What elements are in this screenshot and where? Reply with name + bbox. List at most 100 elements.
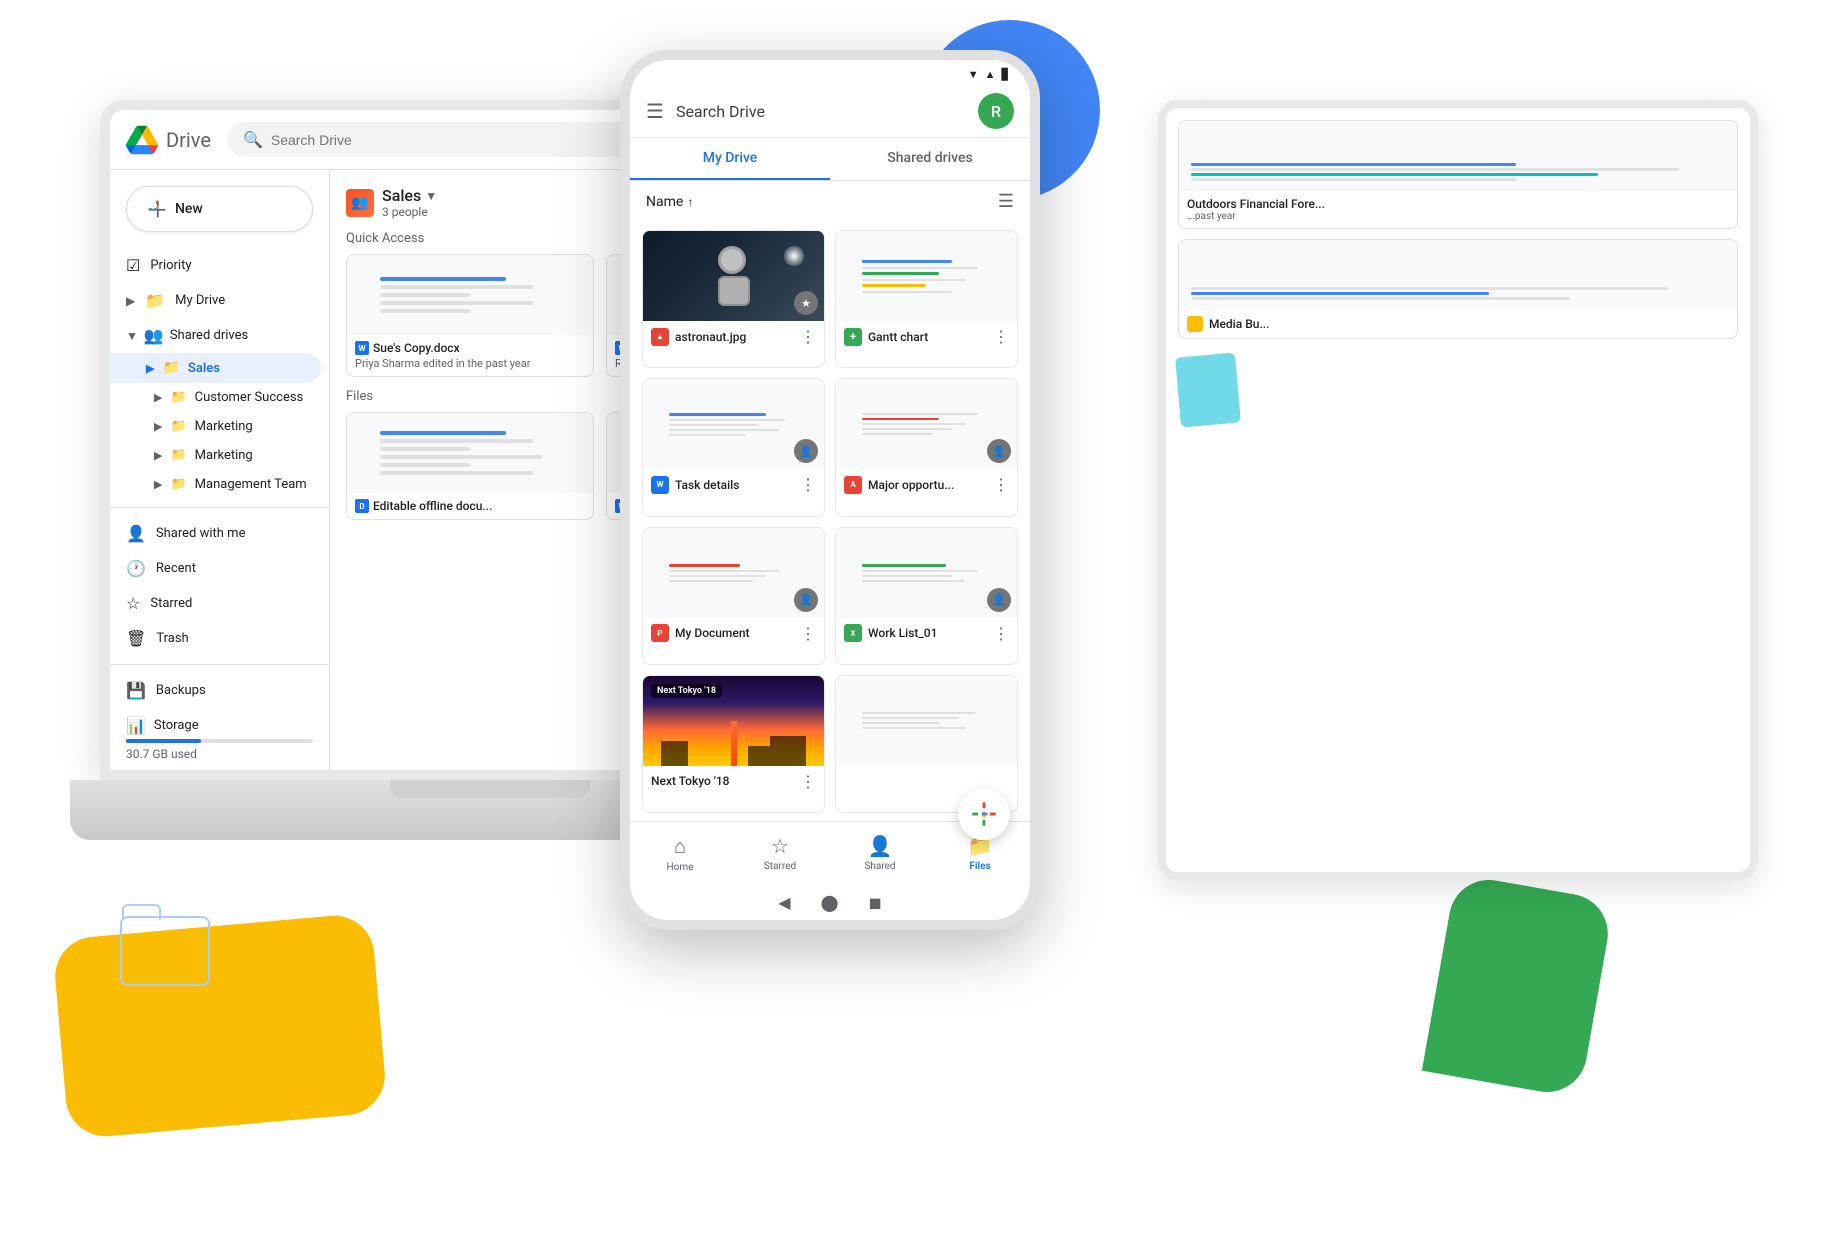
sidebar-item-trash[interactable]: 🗑 Trash bbox=[110, 621, 321, 656]
list-view-icon[interactable]: ☰ bbox=[998, 191, 1014, 212]
recents-button[interactable]: ◼ bbox=[868, 893, 881, 912]
tokyo-file-name: Next Tokyo '18 bbox=[651, 774, 729, 788]
drive-logo-icon bbox=[126, 124, 158, 156]
sidebar-item-priority[interactable]: ☑ Priority bbox=[110, 248, 321, 283]
storage-used-text: 30.7 GB used bbox=[126, 747, 313, 761]
laptop-notch bbox=[390, 780, 590, 798]
task-file-name: Task details bbox=[675, 478, 739, 492]
task-more-icon[interactable]: ⋮ bbox=[800, 475, 816, 494]
sidebar-item-starred[interactable]: ☆ Starred bbox=[110, 586, 321, 621]
tokyo-more-icon[interactable]: ⋮ bbox=[800, 772, 816, 791]
starred-nav-icon: ☆ bbox=[771, 834, 789, 858]
sales-folder-icon: 📁 bbox=[162, 360, 179, 376]
sidebar-ps-label: Marketing bbox=[195, 448, 253, 463]
ps-folder-icon: 📁 bbox=[170, 448, 186, 463]
sidebar-item-mydrive[interactable]: ▶ 📁 My Drive bbox=[110, 283, 321, 318]
mobile-file-card-major[interactable]: 👤 A Major opportu... ⋮ bbox=[835, 378, 1018, 516]
dropdown-icon[interactable]: ▼ bbox=[425, 189, 437, 203]
sort-direction-icon: ↑ bbox=[687, 195, 693, 209]
file-thumb-editable bbox=[347, 413, 593, 493]
file-card-sues-copy[interactable]: W Sue's Copy.docx Priya Sharma edited in… bbox=[346, 254, 594, 377]
storage-section: 📊 Storage 30.7 GB used bbox=[110, 708, 329, 769]
shared-nav-icon: 👤 bbox=[868, 834, 893, 858]
gantt-more-icon[interactable]: ⋮ bbox=[993, 327, 1009, 346]
tab-shared-drives[interactable]: Shared drives bbox=[830, 138, 1030, 180]
gantt-file-name: Gantt chart bbox=[868, 330, 928, 344]
mobile-fab-button[interactable] bbox=[958, 788, 1010, 840]
sidebar-priority-label: Priority bbox=[150, 258, 191, 273]
mobile-search-text[interactable]: Search Drive bbox=[676, 102, 966, 121]
sidebar-cs-label: Customer Success bbox=[195, 390, 304, 405]
sort-label[interactable]: Name ↑ bbox=[646, 194, 693, 210]
home-button[interactable]: ⬤ bbox=[821, 893, 839, 912]
sidebar-item-sales[interactable]: ▶ 📁 Sales bbox=[110, 353, 321, 383]
back-button[interactable]: ◀ bbox=[778, 893, 790, 912]
shared-nav-label: Shared bbox=[864, 861, 895, 872]
sidebar-item-management-team[interactable]: ▶ 📁 Management Team bbox=[110, 470, 329, 499]
major-thumb: 👤 bbox=[836, 379, 1017, 469]
trash-icon: 🗑 bbox=[126, 629, 146, 648]
drive-logo: Drive bbox=[126, 124, 211, 156]
file-name-editable: Editable offline docu... bbox=[373, 499, 492, 513]
mobile-tabs: My Drive Shared drives bbox=[630, 138, 1030, 181]
mobile-file-card-task[interactable]: 👤 W Task details ⋮ bbox=[642, 378, 825, 516]
people-icon: 👤 bbox=[126, 524, 146, 543]
tokyo-label-text: Next Tokyo '18 bbox=[651, 684, 722, 698]
sidebar-sales-label: Sales bbox=[188, 361, 220, 376]
major-file-name: Major opportu... bbox=[868, 478, 954, 492]
mobile-files-grid: ★ ▲ astronaut.jpg ⋮ bbox=[630, 222, 1030, 821]
tab-my-drive[interactable]: My Drive bbox=[630, 138, 830, 180]
sidebar-trash-label: Trash bbox=[156, 631, 188, 646]
mobile-file-card-gantt[interactable]: + Gantt chart ⋮ bbox=[835, 230, 1018, 368]
sidebar-item-backups[interactable]: 💾 Backups bbox=[110, 673, 321, 708]
sidebar-item-shared-with-me[interactable]: 👤 Shared with me bbox=[110, 516, 321, 551]
sidebar-shared-drives[interactable]: ▼ 👥 Shared drives bbox=[110, 318, 329, 353]
mobile-nav-shared[interactable]: 👤 Shared bbox=[830, 830, 930, 877]
file-thumb-sues-copy bbox=[347, 255, 593, 335]
pdf-icon-major: A bbox=[844, 476, 862, 494]
signal-icon: ▼ bbox=[968, 68, 979, 81]
astronaut-more-icon[interactable]: ⋮ bbox=[800, 327, 816, 346]
mobile-home-bar: ◀ ⬤ ◼ bbox=[630, 885, 1030, 920]
mobile-status-bar: ▼ ▲ ▊ bbox=[630, 60, 1030, 85]
starred-badge-astronaut: ★ bbox=[794, 291, 818, 315]
folder-title-group: Sales ▼ 3 people bbox=[382, 186, 437, 219]
hamburger-icon[interactable]: ☰ bbox=[646, 99, 664, 123]
file-info-editable: D Editable offline docu... bbox=[347, 493, 593, 519]
mt-folder-icon: 📁 bbox=[170, 477, 186, 492]
mydoc-more-icon[interactable]: ⋮ bbox=[800, 624, 816, 643]
mobile-file-card-astronaut[interactable]: ★ ▲ astronaut.jpg ⋮ bbox=[642, 230, 825, 368]
home-nav-icon: ⌂ bbox=[674, 834, 686, 859]
new-button-label: New bbox=[175, 201, 203, 217]
sidebar-item-recent[interactable]: 🕐 Recent bbox=[110, 551, 321, 586]
mobile-nav-home[interactable]: ⌂ Home bbox=[630, 830, 730, 877]
back-file-name-2: Media Bu... bbox=[1209, 317, 1269, 331]
new-button[interactable]: New bbox=[126, 186, 313, 232]
shared-badge-task: 👤 bbox=[794, 439, 818, 463]
new-plus-icon bbox=[147, 199, 167, 219]
mobile-file-card-mydoc[interactable]: 👤 P My Document ⋮ bbox=[642, 527, 825, 665]
sidebar-item-customer-success[interactable]: ▶ 📁 Customer Success bbox=[110, 383, 329, 412]
back-file-card-1[interactable]: Outdoors Financial Fore... ...past year bbox=[1178, 120, 1738, 229]
sidebar-marketing-label: Marketing bbox=[195, 419, 253, 434]
mobile-avatar[interactable]: R bbox=[978, 93, 1014, 129]
folder-people-count: 3 people bbox=[382, 205, 437, 219]
mydoc-thumb: 👤 bbox=[643, 528, 824, 618]
sort-name-text: Name bbox=[646, 194, 683, 210]
back-device: Outdoors Financial Fore... ...past year bbox=[1158, 100, 1758, 880]
worklist-file-name: Work List_01 bbox=[868, 626, 937, 640]
mydoc-file-bottom: P My Document ⋮ bbox=[643, 618, 824, 649]
sidebar-item-marketing[interactable]: ▶ 📁 Marketing bbox=[110, 412, 329, 441]
clock-icon: 🕐 bbox=[126, 559, 146, 578]
shared-badge-major: 👤 bbox=[987, 439, 1011, 463]
mobile-nav-starred[interactable]: ☆ Starred bbox=[730, 830, 830, 877]
worklist-file-bottom: X Work List_01 ⋮ bbox=[836, 618, 1017, 649]
mobile-file-card-tokyo[interactable]: Next Tokyo '18 Next Tokyo '18 ⋮ bbox=[642, 675, 825, 813]
file-card-editable[interactable]: D Editable offline docu... bbox=[346, 412, 594, 520]
back-file-card-2[interactable]: Media Bu... bbox=[1178, 239, 1738, 339]
sidebar-item-professional-services[interactable]: ▶ 📁 Marketing bbox=[110, 441, 329, 470]
major-more-icon[interactable]: ⋮ bbox=[993, 475, 1009, 494]
sidebar-mydrive-label: My Drive bbox=[175, 293, 225, 308]
worklist-more-icon[interactable]: ⋮ bbox=[993, 624, 1009, 643]
mobile-file-card-worklist[interactable]: 👤 X Work List_01 ⋮ bbox=[835, 527, 1018, 665]
